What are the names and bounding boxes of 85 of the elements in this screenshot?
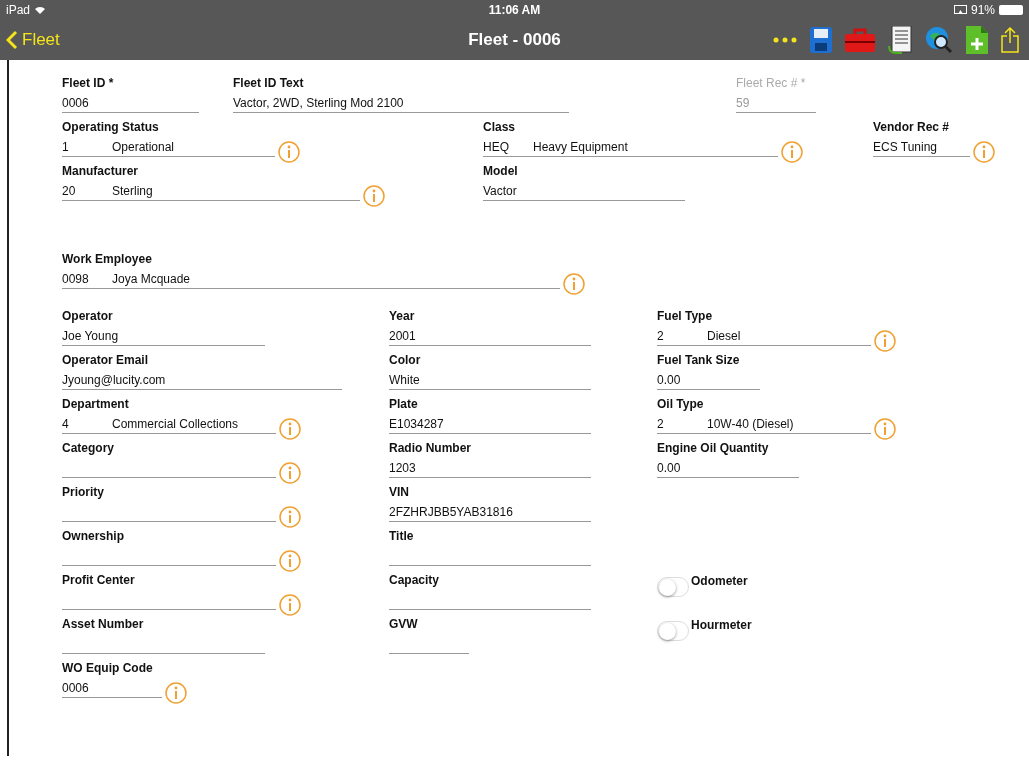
clock: 11:06 AM <box>488 2 541 19</box>
field-label: VIN <box>389 484 410 500</box>
input-field[interactable]: Vactor <box>483 181 685 201</box>
field-label: Operating Status <box>62 119 160 135</box>
info-icon[interactable] <box>279 550 301 572</box>
field-label: Manufacturer <box>62 163 139 179</box>
globe-search-icon[interactable] <box>925 26 953 54</box>
input-field[interactable]: ECS Tuning <box>873 137 970 157</box>
input-field[interactable]: 0006 <box>62 678 162 698</box>
info-icon[interactable] <box>165 682 187 704</box>
info-icon[interactable] <box>874 330 896 352</box>
toggle-switch[interactable] <box>657 621 689 641</box>
info-icon[interactable] <box>781 141 803 163</box>
more-icon[interactable] <box>773 37 797 43</box>
field-label: Fleet Rec # * <box>736 75 807 91</box>
document-icon[interactable] <box>888 26 912 54</box>
field-label: Class <box>483 119 517 135</box>
input-field[interactable]: 1 Operational <box>62 137 275 157</box>
field-label: Title <box>389 528 415 544</box>
input-field[interactable]: 20 Sterling <box>62 181 360 201</box>
field-label: WO Equip Code <box>62 660 154 676</box>
save-icon[interactable] <box>810 27 832 53</box>
info-icon[interactable] <box>279 462 301 484</box>
screen-mirror-icon <box>953 5 967 15</box>
field-label: Engine Oil Quantity <box>657 440 770 456</box>
share-icon[interactable] <box>1001 27 1019 53</box>
battery-percent: 91% <box>970 2 995 19</box>
input-field: 59 <box>736 93 816 113</box>
input-field[interactable]: 4 Commercial Collections <box>62 414 276 434</box>
chevron-icon <box>6 30 18 50</box>
toggle-label: Hourmeter <box>691 617 752 634</box>
input-field[interactable]: 1203 <box>389 458 591 478</box>
info-icon[interactable] <box>874 418 896 440</box>
input-field[interactable]: White <box>389 370 591 390</box>
field-label: Model <box>483 163 519 179</box>
input-field[interactable]: 2FZHRJBB5YAB31816 <box>389 502 591 522</box>
input-field[interactable]: 0098 Joya Mcquade <box>62 269 560 289</box>
info-icon[interactable] <box>279 418 301 440</box>
input-field[interactable]: Joe Young <box>62 326 265 346</box>
field-label: Vendor Rec # <box>873 119 951 135</box>
input-field[interactable]: Vactor, 2WD, Sterling Mod 2100 <box>233 93 569 113</box>
field-label: Fuel Type <box>657 308 714 324</box>
back-button[interactable]: Fleet <box>6 27 60 53</box>
field-label: Operator <box>62 308 114 324</box>
input-field[interactable]: 0.00 <box>657 370 760 390</box>
field-label: Department <box>62 396 130 412</box>
input-field[interactable]: 2 10W-40 (Diesel) <box>657 414 871 434</box>
field-label: Capacity <box>389 572 441 588</box>
field-label: Priority <box>62 484 105 500</box>
input-field[interactable]: 0006 <box>62 93 199 113</box>
field-label: Fuel Tank Size <box>657 352 741 368</box>
info-icon[interactable] <box>973 141 995 163</box>
toggle-label: Odometer <box>691 573 748 590</box>
info-icon[interactable] <box>363 185 385 207</box>
input-field[interactable]: 2001 <box>389 326 591 346</box>
add-document-icon[interactable] <box>966 26 988 54</box>
info-icon[interactable] <box>279 594 301 616</box>
field-label: Plate <box>389 396 419 412</box>
field-label: Profit Center <box>62 572 136 588</box>
input-field[interactable]: Jyoung@lucity.com <box>62 370 342 390</box>
nav-title: Fleet - 0006 <box>468 29 561 52</box>
field-label: Color <box>389 352 422 368</box>
field-label: Asset Number <box>62 616 145 632</box>
field-label: Work Employee <box>62 251 153 267</box>
field-label: Fleet ID Text <box>233 75 305 91</box>
field-label: Radio Number <box>389 440 472 456</box>
field-label: Ownership <box>62 528 125 544</box>
toolbox-icon[interactable] <box>845 28 875 52</box>
field-label: GVW <box>389 616 419 632</box>
field-label: Oil Type <box>657 396 705 412</box>
info-icon[interactable] <box>278 141 300 163</box>
info-icon[interactable] <box>279 506 301 528</box>
input-field[interactable]: HEQ Heavy Equipment <box>483 137 778 157</box>
field-label: Category <box>62 440 115 456</box>
wifi-icon <box>34 5 47 15</box>
input-field[interactable]: 0.00 <box>657 458 799 478</box>
field-label: Year <box>389 308 416 324</box>
input-field[interactable]: E1034287 <box>389 414 591 434</box>
info-icon[interactable] <box>563 273 585 295</box>
toggle-switch[interactable] <box>657 577 689 597</box>
input-field[interactable]: 2 Diesel <box>657 326 871 346</box>
field-label: Fleet ID * <box>62 75 115 91</box>
battery-icon <box>999 5 1023 15</box>
device-name: iPad <box>6 2 31 19</box>
field-label: Operator Email <box>62 352 150 368</box>
